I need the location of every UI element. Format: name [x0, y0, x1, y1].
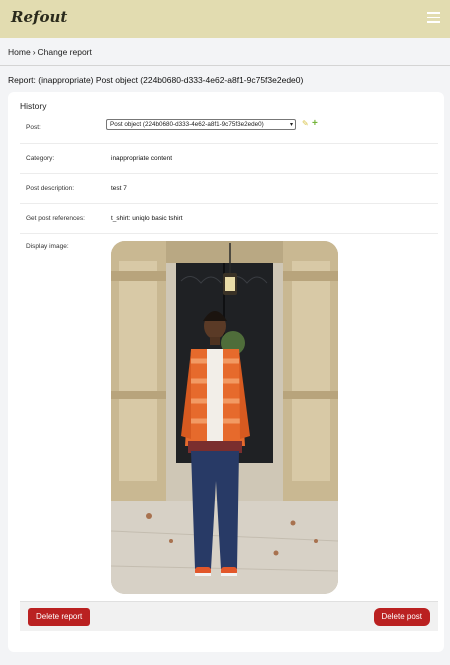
delete-post-button[interactable]: Delete post [373, 608, 430, 626]
pencil-icon[interactable]: ✎ [302, 119, 309, 128]
post-field-label: Post: [26, 124, 41, 131]
form-actions-bar: Delete report Delete post [20, 601, 438, 631]
image-field-label: Display image: [26, 243, 69, 250]
post-select[interactable]: Post object (224b0680-d333-4e62-a8f1-9c7… [106, 119, 296, 130]
report-form-card: History Post: Post object (224b0680-d333… [8, 92, 444, 652]
breadcrumb-bar: Home › Change report [0, 38, 450, 66]
post-select-value: Post object (224b0680-d333-4e62-a8f1-9c7… [110, 121, 264, 128]
hamburger-icon[interactable] [427, 12, 440, 24]
description-field-row: Post description: test 7 [20, 174, 438, 204]
description-field-label: Post description: [26, 185, 75, 192]
category-field-value: inappropriate content [111, 155, 173, 162]
post-field-row: Post: Post object (224b0680-d333-4e62-a8… [20, 110, 438, 144]
category-field-row: Category: inappropriate content [20, 144, 438, 174]
chevron-down-icon: ▾ [289, 122, 293, 128]
breadcrumb-separator: › [32, 47, 36, 57]
display-image [111, 241, 338, 594]
category-field-label: Category: [26, 155, 55, 162]
references-field-label: Get post references: [26, 215, 85, 222]
plus-icon[interactable]: + [312, 118, 318, 129]
top-bar: Refout [0, 0, 450, 38]
breadcrumb: Home › Change report [8, 47, 92, 57]
references-field-row: Get post references: t_shirt: uniqlo bas… [20, 204, 438, 234]
description-field-value: test 7 [111, 185, 127, 192]
page-title: Report: (inappropriate) Post object (224… [8, 75, 304, 85]
references-field-value: t_shirt: uniqlo basic tshirt [111, 215, 183, 222]
breadcrumb-current: Change report [37, 47, 92, 57]
app-logo[interactable]: Refout [11, 8, 67, 26]
delete-report-button[interactable]: Delete report [28, 608, 91, 626]
breadcrumb-home-link[interactable]: Home [8, 47, 31, 57]
